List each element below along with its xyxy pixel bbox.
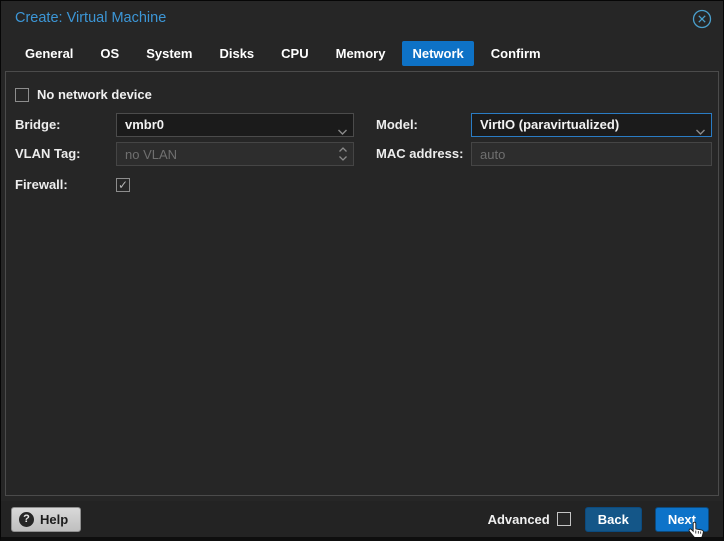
model-value: VirtIO (paravirtualized) — [480, 117, 619, 132]
tab-cpu[interactable]: CPU — [271, 41, 318, 66]
chevron-down-icon[interactable] — [337, 121, 348, 143]
bridge-combobox[interactable]: vmbr0 — [116, 113, 354, 137]
back-button[interactable]: Back — [585, 507, 642, 532]
spinner-up-down-icon[interactable] — [337, 145, 349, 163]
firewall-label: Firewall: — [15, 173, 68, 197]
tab-system[interactable]: System — [136, 41, 202, 66]
no-network-device-checkbox[interactable] — [15, 88, 29, 102]
vlan-tag-label: VLAN Tag: — [15, 142, 80, 166]
mac-address-label: MAC address: — [376, 142, 463, 166]
create-vm-dialog: Create: Virtual Machine General OS Syste… — [0, 0, 724, 541]
dialog-footer: ? Help Advanced Back Next — [1, 501, 723, 537]
network-form-panel: No network device Bridge: vmbr0 Model: V… — [5, 71, 719, 496]
vlan-tag-field-wrap — [116, 142, 354, 166]
dialog-titlebar: Create: Virtual Machine — [1, 1, 723, 37]
question-icon: ? — [19, 512, 34, 527]
help-button[interactable]: ? Help — [11, 507, 81, 532]
checkmark-icon: ✓ — [118, 178, 128, 192]
next-button[interactable]: Next — [655, 507, 709, 532]
tab-network[interactable]: Network — [402, 41, 473, 66]
chevron-down-icon[interactable] — [695, 121, 706, 143]
mac-address-input[interactable] — [471, 142, 712, 166]
footer-actions: Advanced Back Next — [488, 507, 709, 532]
tab-confirm[interactable]: Confirm — [481, 41, 551, 66]
no-network-device-label: No network device — [37, 87, 152, 102]
vlan-tag-input[interactable] — [116, 142, 354, 166]
help-button-label: Help — [40, 512, 68, 527]
bridge-label: Bridge: — [15, 113, 61, 137]
model-label: Model: — [376, 113, 418, 137]
no-network-device-row: No network device — [15, 87, 152, 102]
bridge-value: vmbr0 — [125, 117, 164, 132]
wizard-tabbar: General OS System Disks CPU Memory Netwo… — [1, 38, 723, 68]
tab-os[interactable]: OS — [90, 41, 129, 66]
tab-memory[interactable]: Memory — [326, 41, 396, 66]
advanced-label: Advanced — [488, 512, 550, 527]
close-icon[interactable] — [692, 9, 712, 29]
advanced-checkbox[interactable] — [557, 512, 571, 526]
dialog-title: Create: Virtual Machine — [15, 10, 166, 26]
model-combobox[interactable]: VirtIO (paravirtualized) — [471, 113, 712, 137]
mac-address-field-wrap — [471, 142, 712, 166]
tab-disks[interactable]: Disks — [209, 41, 264, 66]
firewall-checkbox[interactable]: ✓ — [116, 178, 130, 192]
tab-general[interactable]: General — [15, 41, 83, 66]
